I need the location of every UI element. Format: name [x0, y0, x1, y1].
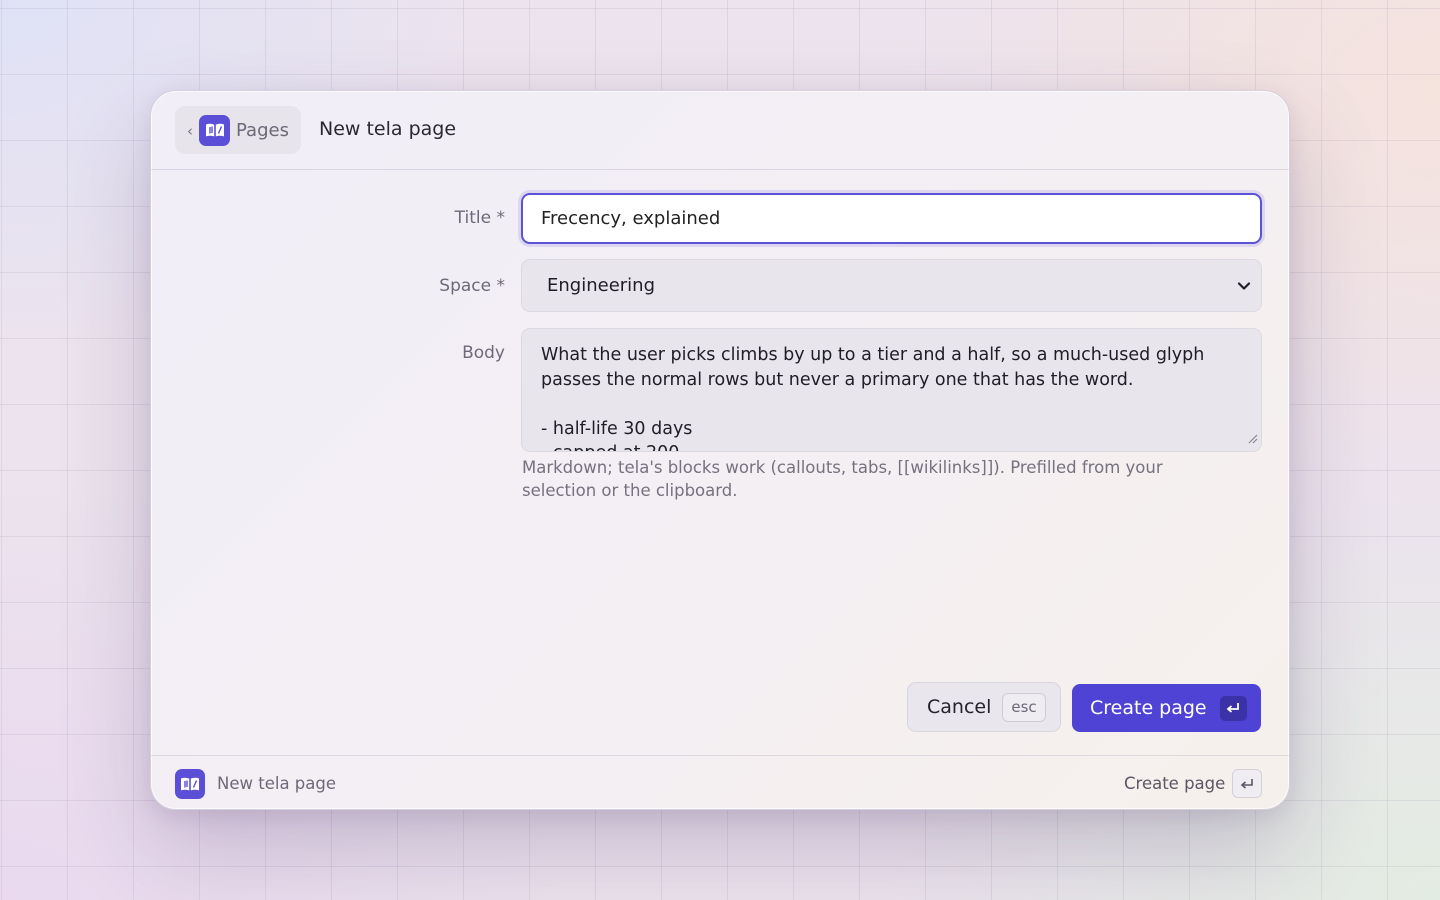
back-button-label: Pages	[236, 119, 289, 141]
chevron-left-icon: ‹	[187, 121, 193, 140]
dialog-footer: New tela page Create page	[151, 755, 1289, 809]
book-icon	[175, 769, 205, 799]
create-page-button[interactable]: Create page	[1072, 684, 1261, 732]
footer-label: New tela page	[217, 774, 337, 793]
create-page-button-label: Create page	[1090, 697, 1207, 719]
resize-handle-icon[interactable]	[1246, 429, 1258, 448]
body-textarea[interactable]: What the user picks climbs by up to a ti…	[521, 328, 1262, 452]
space-label: Space *	[439, 276, 505, 296]
return-key-icon	[1232, 769, 1262, 798]
cancel-button[interactable]: Cancel esc	[907, 682, 1061, 732]
chevron-down-icon	[1237, 278, 1251, 297]
return-key-icon	[1219, 695, 1247, 721]
footer-create-page-action[interactable]: Create page	[1124, 774, 1225, 793]
dialog-header: ‹ Pages New tela page	[151, 91, 1289, 170]
esc-shortcut-badge: esc	[1002, 692, 1046, 722]
space-selected-value: Engineering	[547, 275, 655, 296]
dialog-window: ‹ Pages New tela page Title * Space * En…	[150, 90, 1290, 810]
back-to-pages-button[interactable]: ‹ Pages	[175, 106, 301, 154]
body-text: What the user picks climbs by up to a ti…	[541, 345, 1205, 451]
title-label: Title *	[454, 208, 505, 228]
title-input[interactable]	[521, 193, 1262, 244]
space-select[interactable]: Engineering	[521, 259, 1262, 312]
body-label: Body	[462, 343, 505, 363]
book-icon	[199, 114, 230, 146]
page-title: New tela page	[319, 118, 457, 140]
body-hint: Markdown; tela's blocks work (callouts, …	[522, 458, 1163, 500]
cancel-button-label: Cancel	[927, 696, 992, 718]
